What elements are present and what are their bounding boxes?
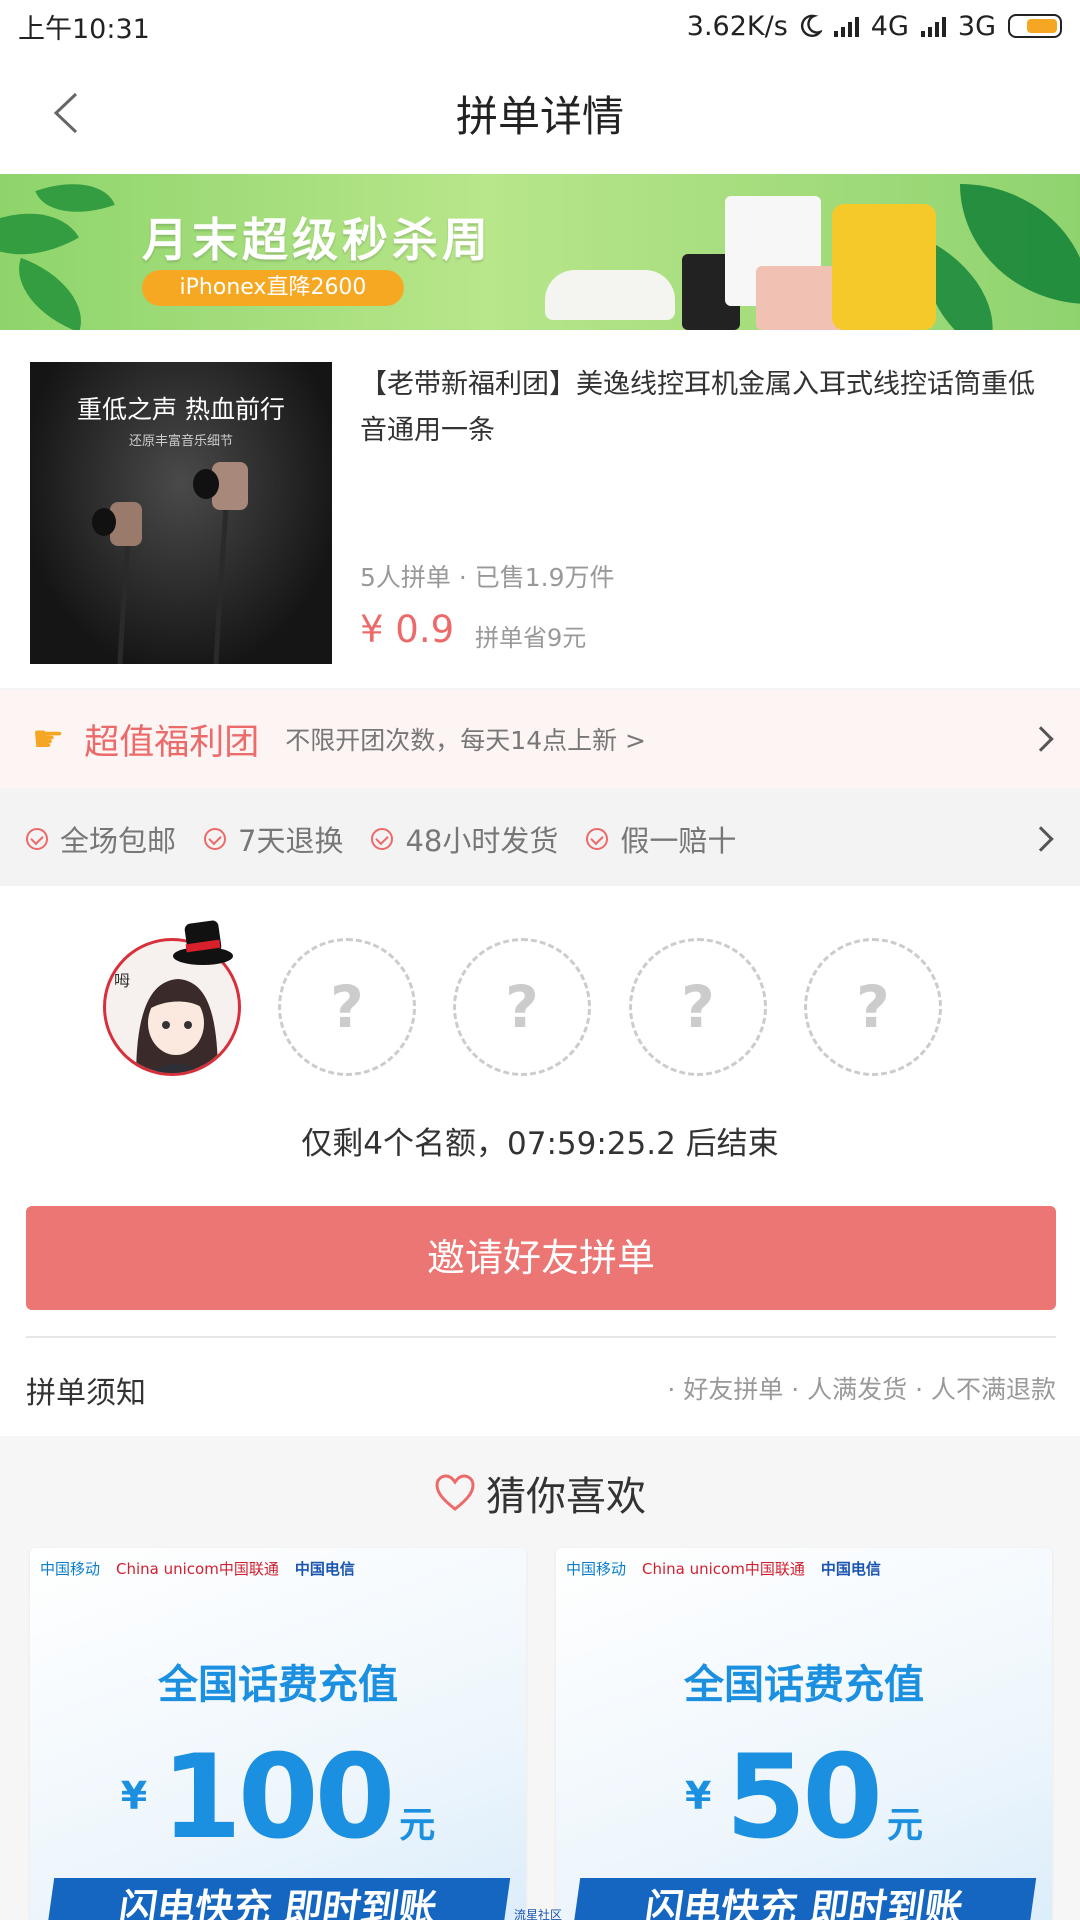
check-circle-icon: [204, 828, 227, 850]
recommendation-title: 猜你喜欢: [0, 1464, 1080, 1522]
china-mobile-logo: 中国移动: [566, 1560, 627, 1578]
product-title[interactable]: 【老带新福利团】美逸线控耳机金属入耳式线控话筒重低音通用一条: [360, 362, 1050, 454]
china-mobile-logo: 中国移动: [40, 1560, 101, 1578]
signal-icon: [833, 15, 859, 37]
leaf-decoration: [3, 257, 97, 330]
recommendation-title-text: 猜你喜欢: [486, 1474, 646, 1520]
banner-subtitle: iPhonex直降2600: [142, 270, 404, 306]
china-telecom-logo: 中国电信: [294, 1560, 355, 1578]
card-amount: ¥50 元: [685, 1730, 923, 1865]
check-circle-icon: [586, 828, 609, 850]
page-title: 拼单详情: [455, 91, 624, 141]
product-image: 重低之声 热血前行 还原丰富音乐细节: [30, 362, 332, 664]
heart-outline-icon: [435, 1474, 475, 1511]
recommend-card[interactable]: 中国移动 China unicom中国联通 中国电信 全国话费充值 ¥100 元 …: [30, 1548, 526, 1920]
status-time: 上午10:31: [18, 13, 150, 45]
pointing-hand-icon: ☛: [32, 718, 65, 760]
guarantee-7day-return: 7天退换: [204, 818, 343, 860]
network-type-1: 4G: [870, 10, 909, 42]
carrier-logos: 中国移动 China unicom中国联通 中国电信: [566, 1558, 881, 1579]
empty-member-slot: ?: [453, 938, 591, 1076]
promo-banner[interactable]: 月末超级秒杀周 iPhonex直降2600: [0, 174, 1080, 330]
card-title: 全国话费充值: [684, 1662, 924, 1708]
status-indicators: 3.62K/s 4G 3G: [687, 11, 1062, 42]
china-telecom-logo: 中国电信: [820, 1560, 881, 1578]
product-card[interactable]: 重低之声 热血前行 还原丰富音乐细节 【老带新福利团】美逸线控耳机金属入耳式线控…: [0, 330, 1080, 688]
notice-label: 拼单须知: [26, 1376, 146, 1411]
banner-title: 月末超级秒杀周: [142, 213, 492, 267]
battery-icon: [1008, 14, 1062, 38]
suitcase-image: [832, 204, 936, 330]
guarantee-48h-shipping: 48小时发货: [371, 818, 558, 860]
party-hat-icon: [173, 920, 233, 965]
product-saving: 拼单省9元: [475, 624, 587, 652]
guarantee-free-shipping: 全场包邮: [26, 818, 176, 860]
watermark: 流星社区: [514, 1908, 563, 1920]
back-chevron-icon[interactable]: [44, 88, 94, 138]
card-ribbon: 闪电快充 即时到账: [571, 1878, 1037, 1920]
invite-friends-button[interactable]: 邀请好友拼单: [26, 1206, 1056, 1310]
group-buy-section: 呣 ? ? ? ? 仅剩4个名额，07:59:25.2 后结束 邀请好友拼单 拼…: [0, 886, 1080, 1436]
product-price: ¥ 0.9: [360, 608, 455, 651]
check-circle-icon: [371, 828, 394, 850]
notice-tags[interactable]: · 好友拼单 · 人满发货 · 人不满退款: [667, 1370, 1056, 1406]
carrier-logos: 中国移动 China unicom中国联通 中国电信: [40, 1558, 355, 1579]
empty-member-slot: ?: [278, 938, 416, 1076]
empty-member-slot: ?: [629, 938, 767, 1076]
chevron-right-icon: [1028, 726, 1054, 752]
welfare-group-row[interactable]: ☛ 超值福利团 不限开团次数，每天14点上新 >: [0, 690, 1080, 788]
shoe-image: [545, 270, 675, 320]
card-amount: ¥100 元: [120, 1730, 436, 1865]
product-sales: 5人拼单 · 已售1.9万件: [360, 563, 615, 592]
card-ribbon: 闪电快充 即时到账: [45, 1878, 511, 1920]
guarantee-row[interactable]: 全场包邮 7天退换 48小时发货 假一赔十: [0, 792, 1080, 886]
check-circle-icon: [26, 828, 48, 850]
signal-icon: [920, 15, 946, 37]
chevron-right-icon: [1028, 826, 1054, 852]
nav-bar: 拼单详情: [0, 52, 1080, 174]
card-title: 全国话费充值: [158, 1662, 398, 1708]
welfare-desc: 不限开团次数，每天14点上新 >: [285, 726, 647, 755]
china-unicom-logo: China unicom中国联通: [116, 1560, 279, 1578]
recommend-card[interactable]: 中国移动 China unicom中国联通 中国电信 全国话费充值 ¥50 元 闪…: [556, 1548, 1052, 1920]
status-bar: 上午10:31 3.62K/s 4G 3G: [0, 0, 1080, 52]
moon-icon: [800, 14, 822, 37]
network-type-2: 3G: [957, 10, 996, 42]
divider: [26, 1336, 1056, 1338]
guarantee-fake-compensation: 假一赔十: [586, 818, 736, 860]
welfare-name: 超值福利团: [84, 722, 260, 763]
remaining-countdown: 仅剩4个名额，07:59:25.2 后结束: [301, 1126, 779, 1162]
earphone-illustration: [92, 462, 248, 664]
recommendation-section: 猜你喜欢 中国移动 China unicom中国联通 中国电信 全国话费充值 ¥…: [0, 1436, 1080, 1920]
avatar-text: 呣: [114, 971, 131, 990]
network-speed: 3.62K/s: [686, 10, 788, 42]
china-unicom-logo: China unicom中国联通: [642, 1560, 805, 1578]
empty-member-slot: ?: [804, 938, 942, 1076]
